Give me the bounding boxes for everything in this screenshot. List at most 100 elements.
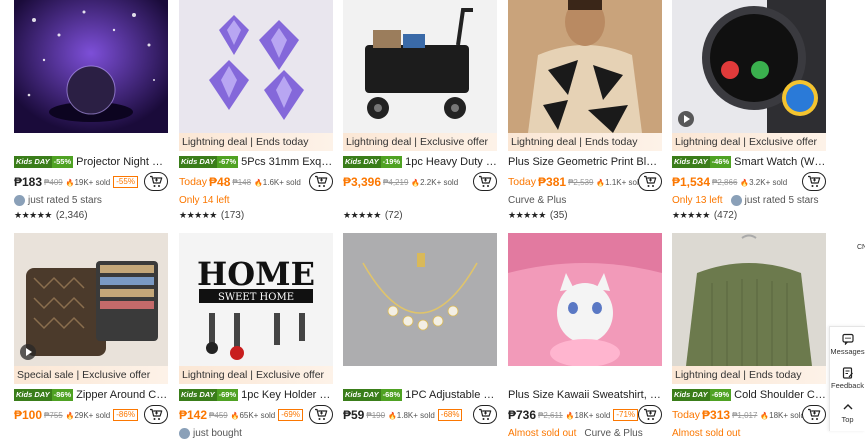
add-to-cart-button[interactable]: [473, 172, 497, 191]
feedback-icon: [842, 366, 853, 379]
rating-row: ★★★★★ (72): [343, 208, 497, 223]
product-title[interactable]: 1pc Key Holder For W...: [241, 389, 333, 401]
meta-row: Curve & Plus: [508, 193, 662, 208]
product-title[interactable]: Plus Size Kawaii Sweatshirt, Women'...: [508, 389, 662, 401]
product-card[interactable]: HOME SWEET HOME Lightning deal | Exclusi…: [179, 233, 333, 441]
product-card[interactable]: Lightning deal | Ends today Kids DAY -69% C…: [672, 233, 826, 441]
badge-percent: -69%: [216, 389, 239, 401]
side-panel: Messages Feedback Top: [829, 326, 865, 431]
badge-percent: -68%: [380, 389, 403, 401]
edge-language-tag[interactable]: CN: [857, 244, 865, 258]
product-image[interactable]: [672, 233, 826, 366]
meta-text: just rated 5 stars: [28, 195, 102, 206]
review-count: (173): [220, 210, 245, 221]
product-image[interactable]: [343, 233, 497, 366]
product-title[interactable]: 1PC Adjustable Flowe...: [405, 389, 497, 401]
price-row: ₱100₱75529K+ sold-86%: [14, 405, 168, 425]
price: ₱183: [14, 175, 43, 189]
product-title[interactable]: Cold Shoulder Contra...: [734, 389, 826, 401]
badge-brand: Kids DAY: [672, 389, 710, 401]
product-title[interactable]: 5Pcs 31mm Exquisite ...: [241, 156, 333, 168]
discount-badge: Kids DAY -68%: [343, 389, 403, 401]
chevron-up-icon: [843, 403, 852, 409]
messages-icon: [841, 333, 854, 345]
original-price: ₱2,611: [538, 410, 563, 420]
product-image[interactable]: [179, 0, 333, 133]
meta-text: just bought: [193, 428, 242, 439]
product-title[interactable]: Zipper Around Credit ...: [76, 389, 168, 401]
review-count: (2,346): [55, 210, 88, 221]
product-card[interactable]: Lightning deal | Ends today Kids DAY -67% 5…: [179, 0, 333, 223]
feedback-label: Feedback: [831, 380, 864, 390]
deal-strip: Lightning deal | Ends today: [179, 133, 333, 151]
sold-count: 18K+ sold: [760, 411, 805, 420]
badge-percent: -46%: [709, 156, 732, 168]
meta-row: just rated 5 stars: [14, 193, 168, 208]
product-image[interactable]: [14, 0, 168, 133]
rating-row: ★★★★★ (472): [672, 208, 826, 223]
meta-row: Almost sold out: [672, 426, 826, 441]
rating-row: ★★★★★ (2,346): [14, 208, 168, 223]
add-to-cart-button[interactable]: [473, 405, 497, 424]
product-title[interactable]: Smart Watch (Wireles...: [734, 156, 826, 168]
messages-button[interactable]: Messages: [830, 327, 865, 361]
cart-icon: [479, 175, 492, 187]
cart-icon: [315, 408, 328, 420]
original-price: ₱148: [232, 177, 252, 187]
price-row: ₱736₱2,61118K+ sold-71%: [508, 405, 662, 425]
rating-row: ★★★★★ (35): [508, 208, 662, 223]
discount-badge: Kids DAY -86%: [14, 389, 74, 401]
price-row: Today₱313₱1,01718K+ sold: [672, 405, 826, 425]
product-image[interactable]: [508, 0, 662, 133]
product-card[interactable]: Kids DAY-68%1PC Adjustable Flowe...₱59₱1…: [343, 233, 497, 441]
product-image[interactable]: [508, 233, 662, 366]
add-to-cart-button[interactable]: [638, 405, 662, 424]
add-to-cart-button[interactable]: [144, 405, 168, 424]
product-card[interactable]: Lightning deal | Exclusive offer Kids DAY…: [343, 0, 497, 223]
review-count: (472): [713, 210, 738, 221]
back-to-top-button[interactable]: Top: [830, 395, 865, 429]
product-card[interactable]: Kids DAY-55%Projector Night Lights... ₱18…: [14, 0, 168, 223]
product-title[interactable]: Plus Size Geometric Print Blouse, Ele...: [508, 156, 662, 168]
feedback-button[interactable]: Feedback: [830, 361, 865, 395]
add-to-cart-button[interactable]: [144, 172, 168, 191]
meta-row: [14, 426, 168, 441]
price: ₱381: [538, 175, 567, 189]
price: ₱48: [209, 175, 231, 189]
deal-strip: Lightning deal | Exclusive offer: [672, 133, 826, 151]
rating-row: ★★★★★ (173): [179, 208, 333, 223]
deal-strip: Lightning deal | Ends today: [672, 366, 826, 384]
product-card[interactable]: Lightning deal | Ends today Plus Size Geo…: [508, 0, 662, 223]
sold-count: 29K+ sold: [66, 411, 110, 420]
add-to-cart-button[interactable]: [309, 172, 333, 191]
video-play-icon[interactable]: [20, 344, 36, 360]
rating-stars: ★★★★★: [672, 210, 710, 220]
product-image[interactable]: HOME SWEET HOME: [179, 233, 333, 366]
product-card[interactable]: Lightning deal | Exclusive offer Kids DAY…: [672, 0, 826, 223]
product-image[interactable]: [343, 0, 497, 133]
add-to-cart-button[interactable]: [802, 405, 826, 424]
product-title[interactable]: 1pc Heavy Duty Foldi...: [405, 156, 497, 168]
stock-note: Almost sold out: [508, 428, 577, 439]
badge-percent: -55%: [51, 156, 74, 168]
svg-text:HOME: HOME: [197, 255, 315, 293]
sold-count: 2.2K+ sold: [411, 178, 458, 187]
product-title[interactable]: Projector Night Lights...: [76, 156, 168, 168]
price-row: ₱183₱40919K+ sold-55%: [14, 172, 168, 192]
product-image[interactable]: [14, 233, 168, 366]
product-card[interactable]: Special sale | Exclusive offer Kids DAY -8…: [14, 233, 168, 441]
video-play-icon[interactable]: [678, 111, 694, 127]
discount-badge: Kids DAY -55%: [14, 156, 74, 168]
add-to-cart-button[interactable]: [638, 172, 662, 191]
deal-strip: Lightning deal | Exclusive offer: [179, 366, 333, 384]
add-to-cart-button[interactable]: [309, 405, 333, 424]
product-image[interactable]: [672, 0, 826, 133]
product-card[interactable]: Plus Size Kawaii Sweatshirt, Women'... ₱7…: [508, 233, 662, 441]
add-to-cart-button[interactable]: [802, 172, 826, 191]
sold-count: 3.2K+ sold: [740, 178, 787, 187]
cart-icon: [479, 408, 492, 420]
price: ₱1,534: [672, 175, 711, 189]
rating-stars: ★★★★★: [508, 210, 546, 220]
review-count: (72): [384, 210, 403, 221]
badge-brand: Kids DAY: [179, 389, 217, 401]
